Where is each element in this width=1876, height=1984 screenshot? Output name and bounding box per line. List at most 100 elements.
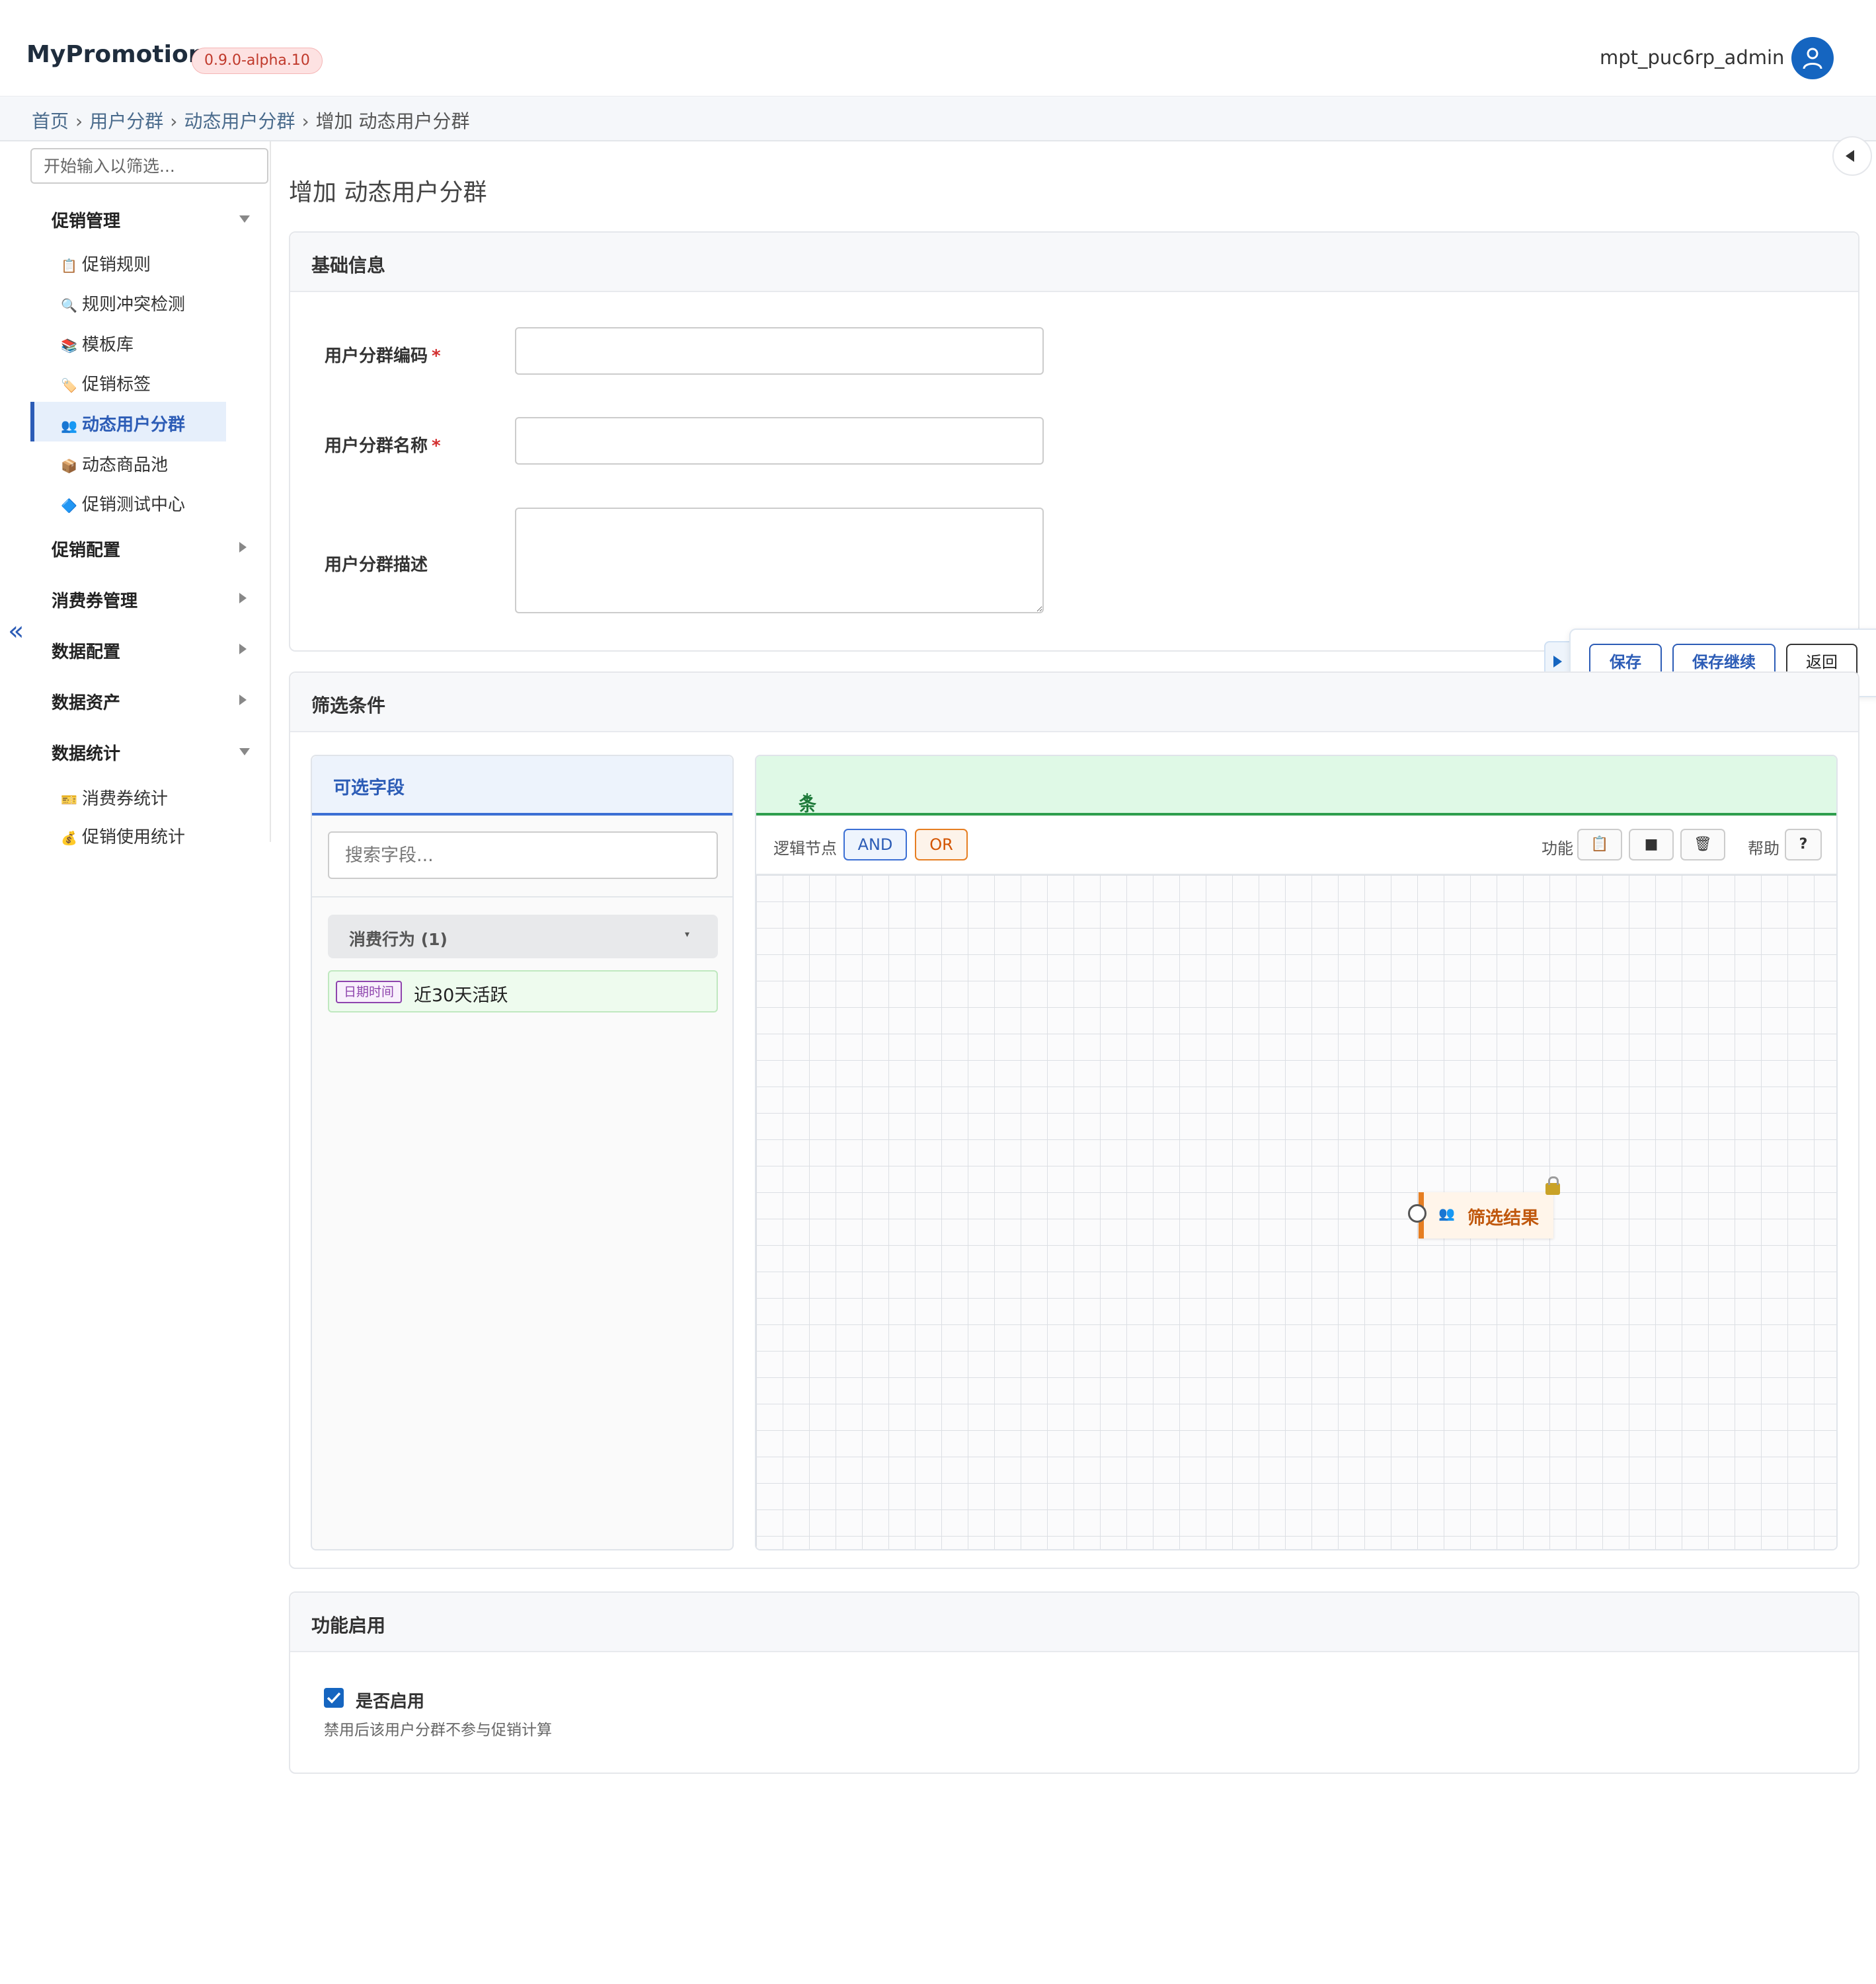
and-node-button[interactable]: AND (843, 829, 907, 860)
triangle-right-icon (1553, 656, 1562, 668)
sidebar-item-rule-conflict[interactable]: 🔍 规则冲突检测 (61, 291, 185, 315)
required-mark: * (432, 436, 441, 456)
result-node-label: 筛选结果 (1467, 1208, 1539, 1229)
chevron-right-icon[interactable] (239, 593, 247, 603)
or-node-button[interactable]: OR (915, 829, 968, 860)
breadcrumb-home[interactable]: 首页 (32, 110, 69, 132)
breadcrumb: 首页 › 用户分群 › 动态用户分群 › 增加 动态用户分群 (32, 107, 470, 134)
desc-textarea[interactable] (515, 508, 1044, 613)
feature-enable-title: 功能启用 (311, 1615, 386, 1636)
filter-conditions-header: 筛选条件 (290, 673, 1858, 732)
sidebar-item-label: 模板库 (82, 335, 134, 355)
field-item[interactable]: 日期时间 近30天活跃 (328, 970, 718, 1012)
chevron-right-icon[interactable] (239, 695, 247, 705)
sidebar-section-promotion-management[interactable]: 促销管理 (52, 208, 120, 232)
available-fields-panel: 可选字段 消费行为 (1) ▾ 日期时间 近30天活跃 (311, 755, 734, 1550)
lock-icon (1545, 1176, 1560, 1195)
app-brand[interactable]: MyPromotion (26, 41, 205, 68)
top-header: MyPromotion 0.9.0-alpha.10 mpt_puc6rp_ad… (0, 0, 1876, 97)
breadcrumb-separator: › (170, 110, 178, 132)
filter-conditions-title: 筛选条件 (311, 695, 386, 716)
code-input[interactable] (515, 327, 1044, 375)
chevron-down-icon[interactable] (239, 748, 250, 755)
condition-config-panel: 条件配置* 逻辑节点 AND OR 功能 📋 ■ 🗑 帮助 ? 👥 筛选结果 (755, 755, 1838, 1550)
filter-result-node[interactable]: 👥 筛选结果 (1408, 1176, 1560, 1239)
money-bag-icon: 💰 (61, 830, 77, 846)
sidebar-item-template-library[interactable]: 📚 模板库 (61, 331, 134, 356)
sidebar-section-promotion-config[interactable]: 促销配置 (52, 537, 120, 561)
logic-node-label: 逻辑节点 (773, 839, 837, 858)
field-group-consumption[interactable]: 消费行为 (1) ▾ (328, 915, 718, 958)
basic-info-card: 基础信息 用户分群编码 * 用户分群名称 * 用户分群描述 (289, 231, 1859, 652)
help-label: 帮助 (1748, 839, 1779, 858)
canvas-toolbar: 逻辑节点 AND OR 功能 📋 ■ 🗑 帮助 ? (756, 816, 1836, 875)
code-label: 用户分群编码 * (325, 342, 441, 367)
sidebar-item-dynamic-user-segment[interactable]: 👥 动态用户分群 (61, 411, 185, 436)
sidebar-item-promotion-tags[interactable]: 🏷️ 促销标签 (61, 371, 151, 395)
breadcrumb-bar: 首页 › 用户分群 › 动态用户分群 › 增加 动态用户分群 (0, 96, 1876, 141)
sidebar-collapse-icon[interactable]: « (8, 616, 24, 646)
required-mark: * (432, 346, 441, 366)
page-title: 增加 动态用户分群 (289, 179, 487, 206)
user-icon[interactable] (1791, 37, 1834, 79)
sidebar-item-promotion-rules[interactable]: 📋 促销规则 (61, 251, 151, 276)
sidebar-section-data-assets[interactable]: 数据资产 (52, 689, 120, 714)
name-input[interactable] (515, 417, 1044, 465)
breadcrumb-separator: › (301, 110, 309, 132)
code-label-text: 用户分群编码 (325, 346, 428, 366)
field-type-tag: 日期时间 (336, 981, 403, 1003)
sidebar-item-label: 规则冲突检测 (82, 295, 186, 315)
package-icon: 📦 (61, 458, 77, 474)
breadcrumb-current: 增加 动态用户分群 (315, 110, 470, 132)
sidebar-filter-input[interactable] (30, 148, 268, 184)
tag-icon: 🏷️ (61, 377, 77, 393)
magnifier-icon: 🔍 (61, 297, 77, 313)
trash-icon[interactable]: 🗑 (1680, 829, 1725, 860)
flow-canvas[interactable]: 👥 筛选结果 (756, 875, 1836, 1549)
sidebar-item-label: 动态用户分群 (82, 415, 186, 435)
clipboard-icon: 📋 (61, 258, 77, 274)
sidebar-item-label: 促销标签 (82, 375, 151, 395)
help-button[interactable]: ? (1785, 829, 1822, 860)
sidebar-item-promotion-usage-statistics[interactable]: 💰 促销使用统计 (61, 823, 185, 848)
sidebar-section-data-config[interactable]: 数据配置 (52, 638, 120, 663)
sidebar-item-label: 动态商品池 (82, 455, 169, 475)
enable-hint: 禁用后该用户分群不参与促销计算 (324, 1722, 552, 1739)
breadcrumb-separator: › (75, 110, 83, 132)
stop-icon[interactable]: ■ (1629, 829, 1674, 860)
sidebar-item-label: 促销测试中心 (82, 495, 186, 515)
username[interactable]: mpt_puc6rp_admin (1600, 46, 1784, 69)
chevron-right-icon[interactable] (239, 542, 247, 553)
diamond-icon: 🔷 (61, 498, 77, 514)
sidebar-section-coupon-management[interactable]: 消费券管理 (52, 588, 137, 612)
name-label: 用户分群名称 * (325, 432, 441, 457)
breadcrumb-dynamic-segment[interactable]: 动态用户分群 (184, 110, 295, 132)
users-icon: 👥 (1438, 1205, 1455, 1221)
chevron-right-icon[interactable] (239, 644, 247, 654)
field-search-input[interactable] (328, 831, 718, 879)
sidebar-item-label: 促销规则 (82, 255, 151, 275)
enable-checkbox[interactable] (324, 1688, 344, 1708)
name-label-text: 用户分群名称 (325, 436, 428, 456)
triangle-left-icon (1846, 150, 1854, 162)
enable-checkbox-label[interactable]: 是否启用 (356, 1688, 424, 1712)
chevron-down-icon[interactable] (239, 215, 250, 223)
sidebar: 促销管理 📋 促销规则 🔍 规则冲突检测 📚 模板库 🏷️ 促销标签 👥 动态用户分群 📦… (0, 141, 271, 847)
sidebar-item-test-center[interactable]: 🔷 促销测试中心 (61, 491, 185, 515)
sidebar-item-coupon-statistics[interactable]: 🎫 消费券统计 (61, 785, 168, 810)
books-icon: 📚 (61, 338, 77, 354)
required-mark: * (802, 790, 812, 811)
node-input-port[interactable] (1408, 1204, 1427, 1223)
breadcrumb-user-segment[interactable]: 用户分群 (89, 110, 163, 132)
function-label: 功能 (1542, 839, 1573, 858)
sidebar-section-data-statistics[interactable]: 数据统计 (52, 740, 120, 765)
sidebar-item-label: 促销使用统计 (82, 827, 186, 847)
sidebar-item-dynamic-product-pool[interactable]: 📦 动态商品池 (61, 451, 168, 476)
ticket-icon: 🎫 (61, 792, 77, 808)
sidebar-item-label: 消费券统计 (82, 789, 169, 809)
field-group-label: 消费行为 (1) (349, 930, 448, 949)
clipboard-icon[interactable]: 📋 (1577, 829, 1622, 860)
right-panel-toggle[interactable] (1832, 136, 1872, 176)
available-fields-header: 可选字段 (312, 756, 732, 816)
field-item-label: 近30天活跃 (414, 985, 508, 1006)
